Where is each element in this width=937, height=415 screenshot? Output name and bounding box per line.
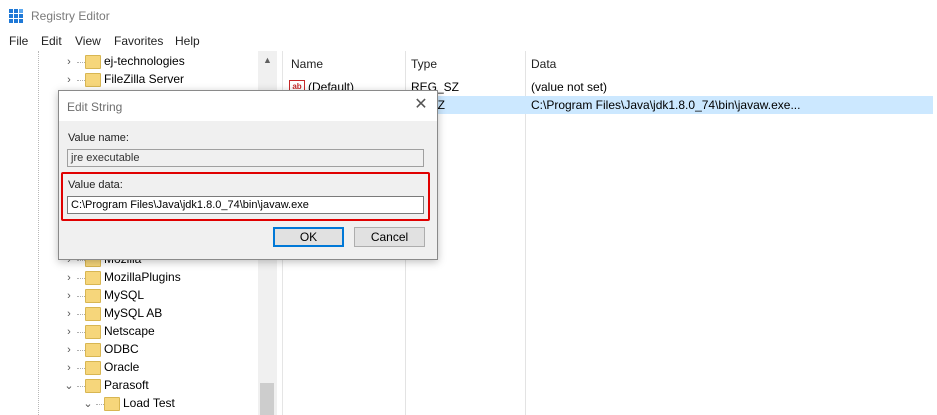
tree-connector: [77, 368, 85, 369]
folder-icon: [85, 307, 101, 321]
tree-item-label: FileZilla Server: [104, 72, 185, 86]
value-data-input[interactable]: C:\Program Files\Java\jdk1.8.0_74\bin\ja…: [67, 196, 424, 214]
tree-item-label: Parasoft: [104, 378, 149, 392]
chevron-right-icon[interactable]: ›: [64, 55, 74, 69]
tree-connector: [77, 62, 85, 63]
folder-icon: [85, 55, 101, 69]
value-name-field: jre executable: [67, 149, 424, 167]
column-header-data[interactable]: Data: [531, 57, 556, 71]
tree-item-label: Netscape: [104, 324, 155, 338]
folder-icon: [85, 325, 101, 339]
tree-item-netscape[interactable]: › Netscape: [64, 323, 264, 341]
menu-favorites[interactable]: Favorites: [114, 34, 163, 48]
column-header-type[interactable]: Type: [411, 57, 437, 71]
folder-icon: [85, 271, 101, 285]
tree-item-mysql-ab[interactable]: › MySQL AB: [64, 305, 264, 323]
folder-icon: [85, 289, 101, 303]
chevron-right-icon[interactable]: ›: [64, 307, 74, 321]
menu-help[interactable]: Help: [175, 34, 200, 48]
menu-view[interactable]: View: [75, 34, 101, 48]
tree-connector: [77, 296, 85, 297]
tree-item-parasoft[interactable]: ⌄ Parasoft: [64, 377, 264, 395]
window-title: Registry Editor: [31, 9, 110, 23]
tree-item-oracle[interactable]: › Oracle: [64, 359, 264, 377]
tree-connector: [77, 260, 85, 261]
tree-item-label: MozillaPlugins: [104, 270, 181, 284]
folder-icon: [85, 73, 101, 87]
chevron-right-icon[interactable]: ›: [64, 343, 74, 357]
tree-item-label: Load Test: [123, 396, 175, 410]
chevron-right-icon[interactable]: ›: [64, 325, 74, 339]
scrollbar-thumb[interactable]: [260, 383, 274, 415]
folder-icon: [85, 343, 101, 357]
dialog-title: Edit String: [67, 100, 123, 114]
chevron-down-icon[interactable]: ⌄: [64, 379, 74, 393]
tree-item-label: MySQL: [104, 288, 145, 302]
tree-item-filezilla-server[interactable]: › FileZilla Server: [64, 71, 264, 89]
tree-item-mozillaplugins[interactable]: › MozillaPlugins: [64, 269, 264, 287]
tree-connector: [77, 332, 85, 333]
tree-item-ej-technologies[interactable]: › ej-technologies: [64, 53, 264, 71]
tree-item-label: ej-technologies: [104, 54, 185, 68]
folder-open-icon: [85, 379, 101, 393]
tree-connector: [77, 278, 85, 279]
tree-item-mysql[interactable]: › MySQL: [64, 287, 264, 305]
value-data-label: Value data:: [68, 179, 123, 191]
ok-button[interactable]: OK: [273, 227, 344, 247]
chevron-right-icon[interactable]: ›: [64, 289, 74, 303]
tree-item-label: MySQL AB: [104, 306, 163, 320]
menu-edit[interactable]: Edit: [41, 34, 62, 48]
column-header-name[interactable]: Name: [291, 57, 323, 71]
tree-connector: [96, 404, 104, 405]
menu-file[interactable]: File: [9, 34, 28, 48]
tree-item-label: Oracle: [104, 360, 140, 374]
folder-open-icon: [104, 397, 120, 411]
chevron-down-icon[interactable]: ⌄: [83, 397, 93, 411]
tree-item-label: ODBC: [104, 342, 139, 356]
tree-connector: [77, 386, 85, 387]
scroll-up-arrow-icon[interactable]: ▲: [258, 53, 277, 67]
menu-bar: File Edit View Favorites Help: [0, 31, 937, 51]
tree-connector: [77, 314, 85, 315]
chevron-right-icon[interactable]: ›: [64, 361, 74, 375]
chevron-right-icon[interactable]: ›: [64, 271, 74, 285]
edit-string-dialog: Edit String ✕ Value name: jre executable…: [58, 90, 438, 260]
tree-guide-line: [38, 51, 39, 415]
cancel-button[interactable]: Cancel: [354, 227, 425, 247]
dialog-title-bar: Edit String ✕: [59, 91, 437, 121]
tree-connector: [77, 350, 85, 351]
folder-icon: [85, 361, 101, 375]
tree-item-load-test[interactable]: ⌄ Load Test: [83, 395, 277, 413]
value-data: C:\Program Files\Java\jdk1.8.0_74\bin\ja…: [531, 98, 801, 112]
value-data: (value not set): [531, 80, 608, 94]
value-name-label: Value name:: [68, 132, 129, 144]
close-icon[interactable]: ✕: [413, 97, 429, 113]
tree-connector: [77, 80, 85, 81]
chevron-right-icon[interactable]: ›: [64, 73, 74, 87]
registry-editor-icon: [9, 9, 23, 23]
tree-item-odbc[interactable]: › ODBC: [64, 341, 264, 359]
title-bar: Registry Editor: [0, 0, 937, 31]
